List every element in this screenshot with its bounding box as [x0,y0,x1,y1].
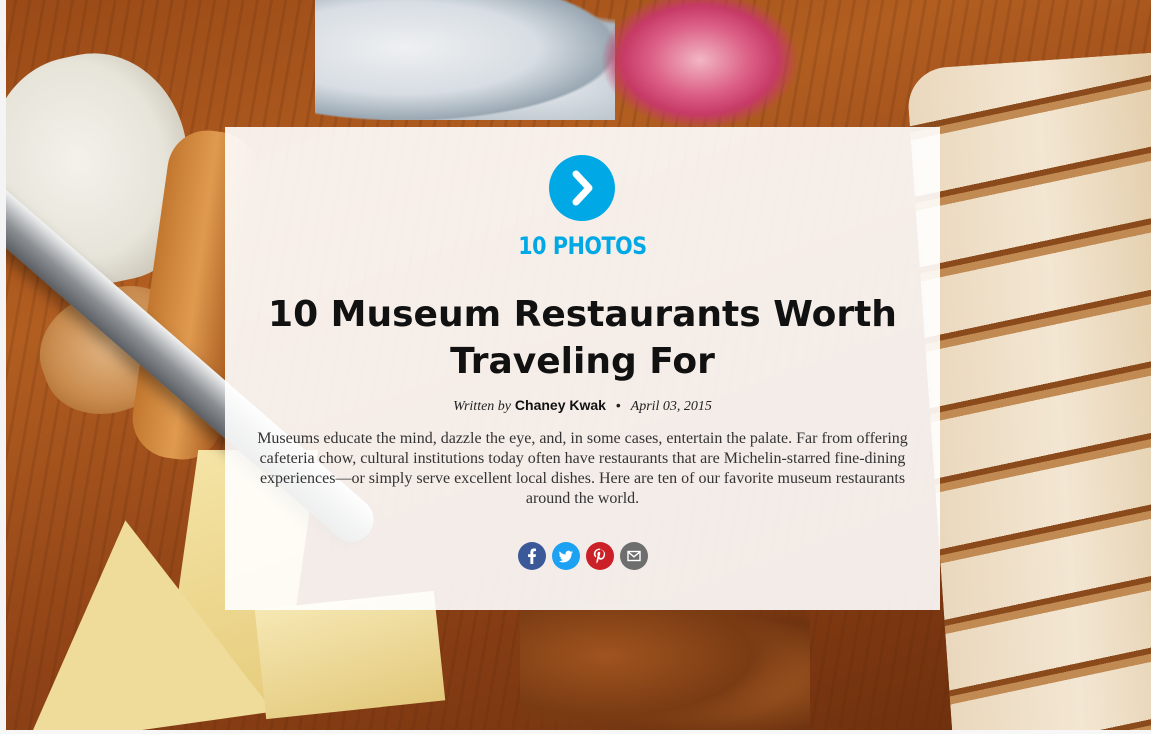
twitter-icon [558,550,573,563]
author-link[interactable]: Chaney Kwak [515,397,606,413]
facebook-icon [527,548,536,564]
publish-date: April 03, 2015 [630,399,712,414]
byline: Written by Chaney Kwak • April 03, 2015 [225,397,940,415]
bottom-edge [0,730,1151,734]
next-arrow-button[interactable] [549,155,615,221]
facebook-share-button[interactable] [517,542,546,570]
cheese-wedge [254,590,446,720]
blue-cheese [315,0,615,120]
byline-prefix: Written by [453,399,512,414]
byline-separator: • [615,397,621,413]
share-buttons [225,542,940,570]
gallery-description: Museums educate the mind, dazzle the eye… [257,430,908,507]
photo-count: 10 PHOTOS [518,232,647,260]
gallery-intro-card: 10 PHOTOS 10 Museum Restaurants Worth Tr… [225,127,940,610]
sliced-baguette [905,51,1151,734]
pickled-onions [600,0,800,130]
twitter-share-button[interactable] [551,542,580,570]
page-title: 10 Museum Restaurants Worth Traveling Fo… [268,294,897,382]
pinterest-share-button[interactable] [585,542,614,570]
left-edge [0,0,6,734]
candied-walnuts [520,600,810,734]
chevron-right-icon [572,170,593,206]
email-icon [626,550,641,562]
pinterest-icon [593,548,605,564]
email-share-button[interactable] [619,542,648,570]
